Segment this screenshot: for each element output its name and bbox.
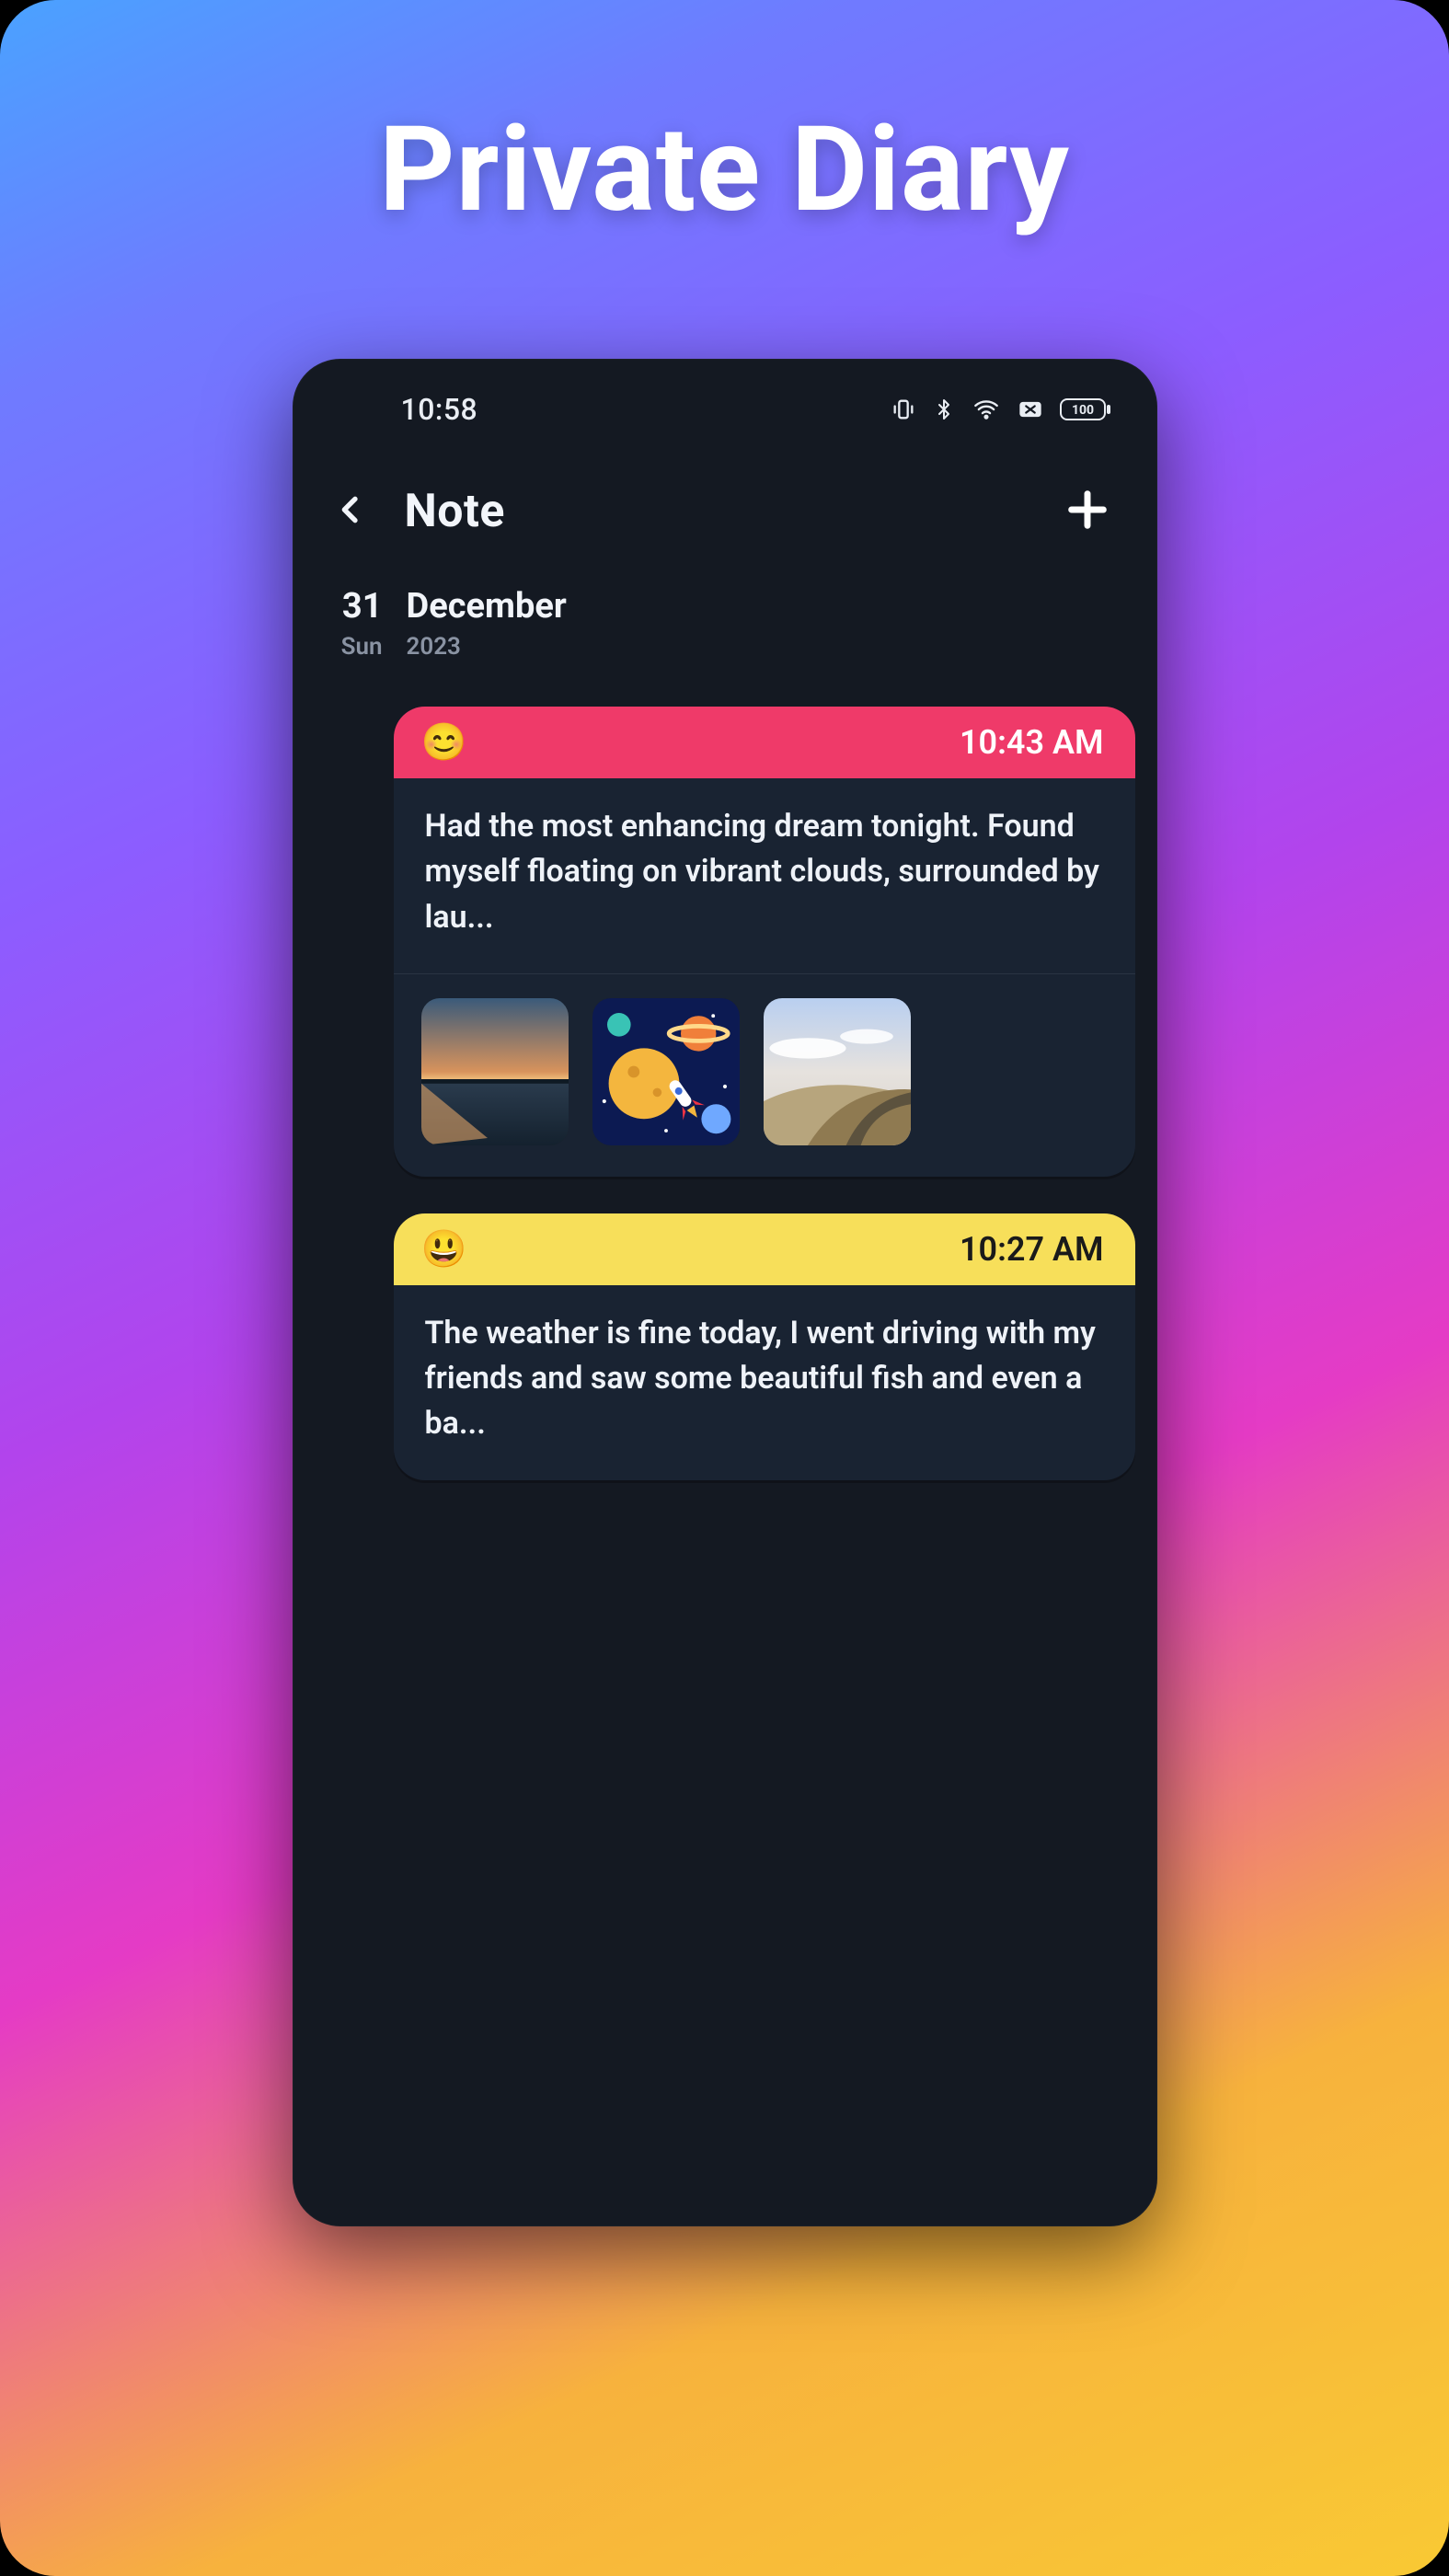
- diary-entry-card[interactable]: 😃 10:27 AM The weather is fine today, I …: [394, 1213, 1135, 1480]
- status-icons: 100: [891, 397, 1111, 422]
- entry-header: 😃 10:27 AM: [394, 1213, 1135, 1285]
- promo-frame: Private Diary 10:58: [0, 0, 1449, 2576]
- chevron-left-icon: [332, 488, 369, 535]
- attachment-thumb[interactable]: [764, 998, 911, 1145]
- sim-disabled-icon: [1018, 398, 1043, 420]
- page-title: Note: [405, 485, 505, 538]
- add-note-button[interactable]: [1058, 482, 1117, 541]
- battery-icon: 100: [1060, 397, 1111, 422]
- date-col-day: 31 Sun: [328, 589, 383, 661]
- date-col-month: December 2023: [407, 589, 567, 661]
- wifi-icon: [972, 397, 1001, 422]
- entries-list: 😊 10:43 AM Had the most enhancing dream …: [293, 679, 1157, 1480]
- date-year: 2023: [407, 633, 567, 661]
- vibrate-icon: [891, 397, 916, 422]
- entry-time: 10:27 AM: [960, 1230, 1104, 1269]
- mood-emoji-icon: 😊: [421, 724, 467, 761]
- diary-entry-card[interactable]: 😊 10:43 AM Had the most enhancing dream …: [394, 707, 1135, 1177]
- date-day-number: 31: [328, 589, 383, 624]
- entry-time: 10:43 AM: [960, 723, 1104, 762]
- bluetooth-icon: [933, 397, 955, 422]
- battery-pct-text: 100: [1071, 403, 1093, 418]
- plus-icon: [1064, 486, 1111, 537]
- attachment-thumb[interactable]: [592, 998, 740, 1145]
- back-wrap: Note: [324, 485, 505, 538]
- status-time: 10:58: [401, 392, 478, 427]
- phone-frame: 10:58: [293, 359, 1157, 2226]
- date-weekday: Sun: [328, 633, 383, 661]
- date-header: 31 Sun December 2023: [293, 565, 1157, 679]
- entry-header: 😊 10:43 AM: [394, 707, 1135, 778]
- status-bar: 10:58: [293, 359, 1157, 460]
- entry-body-text: Had the most enhancing dream tonight. Fo…: [394, 778, 1135, 973]
- app-bar: Note: [293, 460, 1157, 565]
- date-month: December: [407, 589, 567, 624]
- back-button[interactable]: [324, 485, 377, 538]
- attachment-thumb[interactable]: [421, 998, 569, 1145]
- mood-emoji-icon: 😃: [421, 1231, 467, 1268]
- entry-body-text: The weather is fine today, I went drivin…: [394, 1285, 1135, 1480]
- entry-attachments: [394, 974, 1135, 1177]
- promo-title: Private Diary: [0, 0, 1449, 239]
